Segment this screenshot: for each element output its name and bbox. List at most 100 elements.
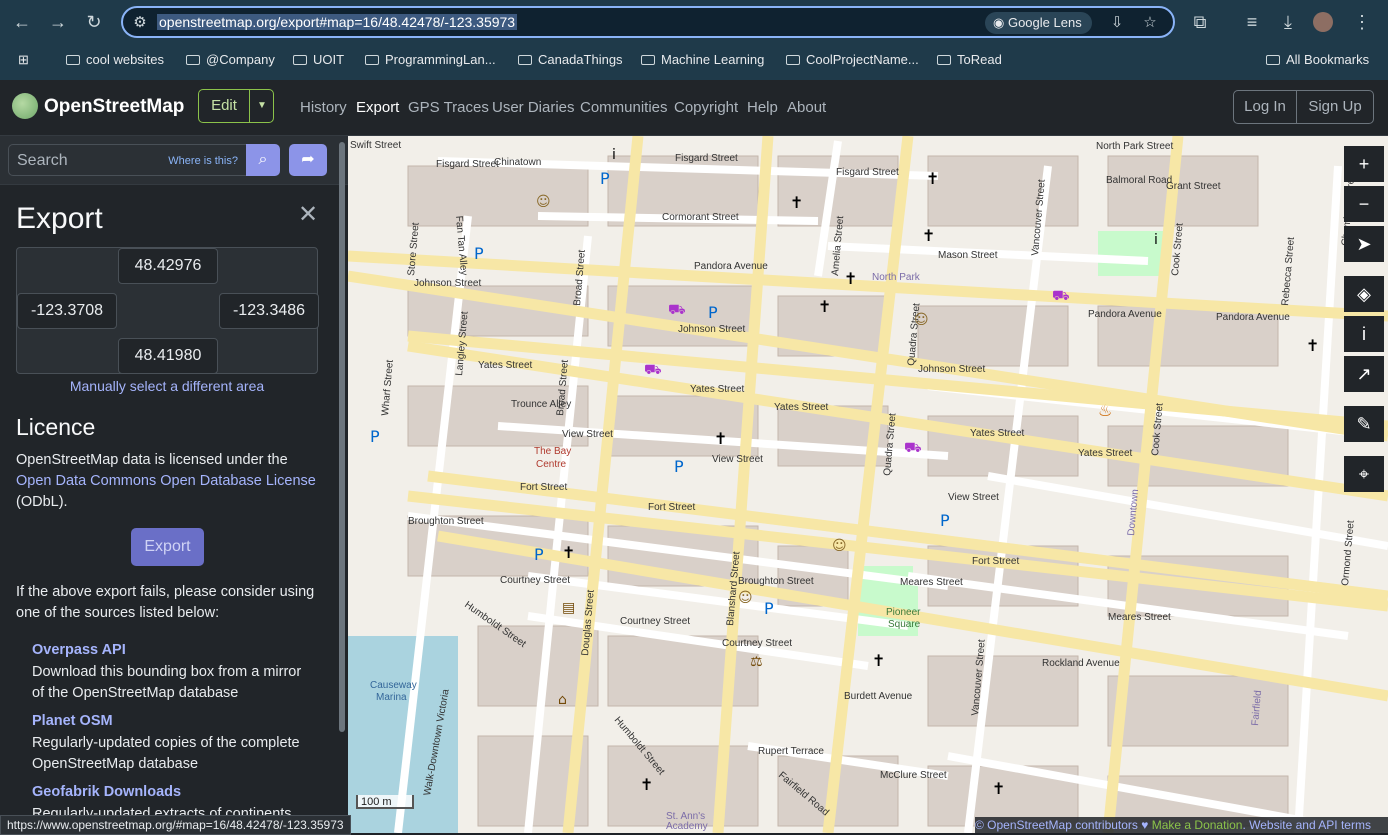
church-icon: ✝ [640,775,653,794]
all-bookmarks[interactable]: All Bookmarks [1266,52,1369,67]
north-coord-input[interactable]: 48.42976 [118,248,218,284]
close-icon[interactable]: ✕ [298,200,318,229]
share-icon[interactable]: ↗ [1344,356,1384,392]
google-lens-button[interactable]: ◉ Google Lens [985,12,1092,34]
church-icon: ✝ [562,543,575,562]
menu-icon[interactable]: ⋮ [1350,10,1374,34]
note-icon[interactable]: ✎ [1344,406,1384,442]
zoom-out-icon[interactable]: − [1344,186,1384,222]
map-label: Wharf Street [380,359,396,416]
nav-export[interactable]: Export [356,99,399,116]
shop-icon: ⛟ [644,362,662,378]
parking-icon: P [764,599,774,618]
signup-button[interactable]: Sign Up [1296,90,1374,124]
map-label: Grant Street [1166,181,1221,192]
zoom-in-icon[interactable]: + [1344,146,1384,182]
forward-icon[interactable]: → [46,10,70,34]
nav-about[interactable]: About [787,99,826,116]
apps-icon[interactable]: ⊞ [18,52,29,68]
back-icon[interactable]: ← [10,10,34,34]
address-bar[interactable]: ⚙ openstreetmap.org/export#map=16/48.424… [121,6,1175,38]
bookmark-coolprojectname[interactable]: CoolProjectName... [786,52,919,67]
library-icon: ▤ [562,600,575,616]
bookmark-toread[interactable]: ToRead [937,52,1002,67]
bookmark-cool-websites[interactable]: cool websites [66,52,164,67]
bookmark-label: cool websites [86,52,165,67]
directions-icon[interactable]: ➦ [289,144,327,176]
folder-icon [293,55,307,65]
geofabrik-link[interactable]: Geofabrik Downloads [32,784,181,800]
site-header: OpenStreetMap Edit ▼ History Export GPS … [0,80,1388,136]
east-coord-input[interactable]: -123.3486 [219,293,319,329]
map-canvas[interactable]: Fisgard Street Chinatown Fisgard Street … [348,136,1388,833]
south-coord-input[interactable]: 48.41980 [118,338,218,374]
site-info-icon[interactable]: ⚙ [129,12,151,34]
map-label: Fort Street [520,482,567,493]
sidebar-scrollbar[interactable] [339,142,345,732]
edit-button[interactable]: Edit [199,90,250,122]
manual-select-link[interactable]: Manually select a different area [0,378,334,394]
odbl-link[interactable]: Open Data Commons Open Database License [16,473,316,489]
star-icon[interactable]: ☆ [1139,12,1161,34]
export-button[interactable]: Export [131,528,204,566]
nav-copyright[interactable]: Copyright [674,99,738,116]
overpass-api-link[interactable]: Overpass API [32,642,126,658]
extensions-icon[interactable]: ⧉ [1188,10,1212,34]
link-preview-status: https://www.openstreetmap.org/#map=16/48… [0,815,351,835]
licence-text-1: OpenStreetMap data is licensed under the [16,452,288,468]
search-input[interactable]: Search Where is this? [8,144,246,176]
download-icon[interactable]: ⤓ [1276,10,1300,34]
map-label: Cormorant Street [662,212,739,223]
map-label: Yates Street [690,384,745,395]
bookmark-programming[interactable]: ProgrammingLan... [365,52,496,67]
info-icon[interactable]: i [1344,316,1384,352]
map-label: Chinatown [494,157,541,168]
courthouse-icon: ⚖ [750,654,763,670]
chevron-down-icon[interactable]: ▼ [250,90,274,122]
west-coord-input[interactable]: -123.3708 [17,293,117,329]
info-icon: i [612,147,616,163]
folder-icon [66,55,80,65]
install-icon[interactable]: ⇩ [1106,12,1128,34]
planet-osm-link[interactable]: Planet OSM [32,713,113,729]
layers-icon[interactable]: ◈ [1344,276,1384,312]
reload-icon[interactable]: ↻ [82,10,106,34]
map-label: Johnson Street [918,364,985,375]
map-label: Pandora Avenue [1216,312,1290,323]
bookmark-company[interactable]: @Company [186,52,275,67]
bookmark-label: Machine Learning [661,52,765,67]
locate-icon[interactable]: ➤ [1344,226,1384,262]
folder-icon [786,55,800,65]
lens-icon: ◉ [993,15,1008,30]
bookmark-uoit[interactable]: UOIT [293,52,344,67]
osm-logo-icon[interactable] [12,93,38,119]
map-label: Fort Street [972,556,1019,567]
query-icon[interactable]: ⌖ [1344,456,1384,492]
login-button[interactable]: Log In [1233,90,1297,124]
bookmark-machine-learning[interactable]: Machine Learning [641,52,764,67]
map-label: View Street [712,454,763,465]
bookmarks-bar: ⊞ cool websites @Company UOIT Programmin… [0,44,1388,81]
bookmark-canadathings[interactable]: CanadaThings [518,52,623,67]
nav-help[interactable]: Help [747,99,778,116]
map-label: Rebecca Street [1280,236,1297,306]
fire-icon: ♨ [1098,401,1112,420]
api-terms-link[interactable]: . Website and API terms [1242,818,1371,832]
brand-name[interactable]: OpenStreetMap [44,96,184,118]
bookmark-label: CoolProjectName... [806,52,919,67]
map-label: McClure Street [880,770,947,781]
search-icon[interactable]: ⌕ [246,144,280,176]
edit-button-group: Edit ▼ [198,89,274,123]
reading-list-icon[interactable]: ≡ [1240,10,1264,34]
nav-history[interactable]: History [300,99,347,116]
overpass-api-desc: Download this bounding box from a mirror… [32,664,302,701]
nav-communities[interactable]: Communities [580,99,668,116]
where-is-this-link[interactable]: Where is this? [168,155,238,167]
donation-link[interactable]: Make a Donation [1152,818,1243,832]
nav-user-diaries[interactable]: User Diaries [492,99,575,116]
map-label: Store Street [406,222,422,276]
nav-gps-traces[interactable]: GPS Traces [408,99,489,116]
avatar[interactable] [1313,12,1333,32]
osm-contributors-link[interactable]: © OpenStreetMap contributors ♥ [975,818,1148,832]
fallback-text: If the above export fails, please consid… [16,584,315,621]
